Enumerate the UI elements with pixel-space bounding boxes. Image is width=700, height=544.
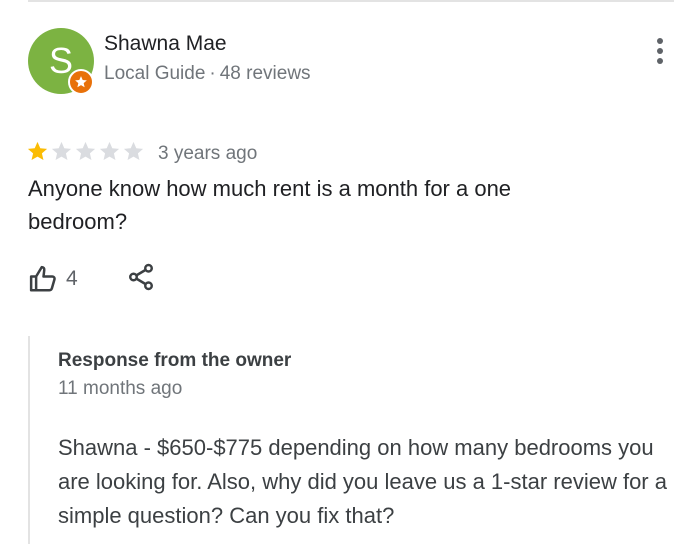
owner-response-bar — [28, 336, 30, 544]
owner-response-text: Shawna - $650-$775 depending on how many… — [58, 435, 667, 528]
share-button[interactable] — [126, 262, 156, 292]
star-rating — [26, 140, 145, 163]
more-dot — [657, 58, 663, 64]
top-divider — [28, 0, 674, 2]
more-dot — [657, 48, 663, 54]
share-icon — [129, 263, 153, 291]
star-empty-icon — [51, 141, 72, 161]
owner-response-time: 11 months ago — [58, 378, 183, 399]
star-icon — [75, 76, 87, 88]
review-time: 3 years ago — [158, 143, 258, 164]
author-meta: Local Guide · 48 reviews — [104, 63, 311, 85]
owner-response-title: Response from the owner — [58, 350, 292, 371]
review-count: 48 reviews — [219, 63, 311, 84]
thumbs-up-icon — [29, 265, 56, 292]
like-button[interactable]: 4 — [28, 264, 78, 294]
like-count: 4 — [66, 267, 78, 290]
local-guide-badge-icon — [68, 69, 94, 95]
star-filled-icon — [27, 141, 48, 161]
star-empty-icon — [123, 141, 144, 161]
more-options-button[interactable] — [648, 36, 672, 66]
more-dot — [657, 38, 663, 44]
meta-separator: · — [209, 63, 216, 84]
local-guide-label: Local Guide — [104, 63, 206, 84]
star-empty-icon — [99, 141, 120, 161]
star-empty-icon — [75, 141, 96, 161]
review-text: Anyone know how much rent is a month for… — [28, 176, 512, 234]
author-name[interactable]: Shawna Mae — [104, 32, 227, 56]
